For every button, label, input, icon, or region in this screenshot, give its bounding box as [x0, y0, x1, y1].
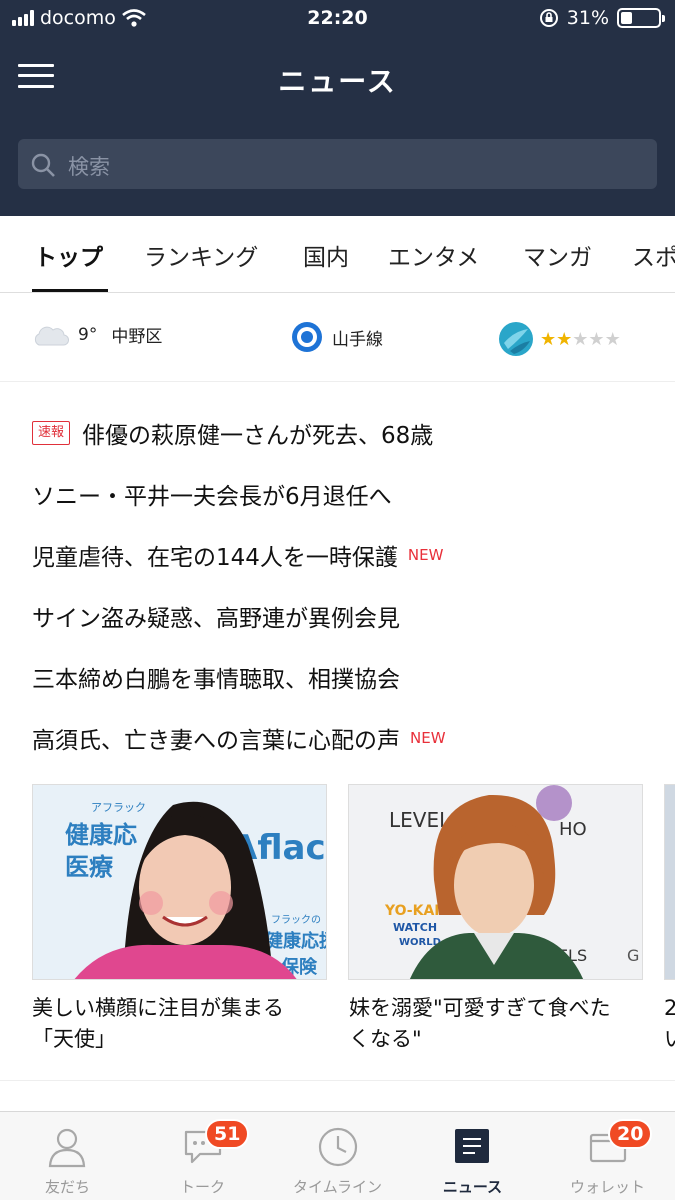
- status-right: 31%: [539, 7, 665, 29]
- headline-text: 高須氏、亡き妻への言葉に心配の声: [32, 728, 400, 754]
- backdrop-text: YO-KAI: [384, 903, 440, 919]
- nav-talk[interactable]: トーク 51: [135, 1112, 270, 1200]
- header-nav: ニュース: [0, 50, 675, 102]
- headline-item[interactable]: サイン盗み疑惑、高野連が異例会見: [32, 598, 400, 634]
- news-card-caption[interactable]: 美しい横顔に注目が集まる 「天使」: [32, 993, 332, 1055]
- bottom-nav: 友だち トーク 51 タイムライン ニュース ウォレット 20: [0, 1111, 675, 1200]
- headline-text: ソニー・平井一夫会長が6月退任へ: [32, 484, 392, 510]
- nav-timeline[interactable]: タイムライン: [270, 1112, 405, 1200]
- news-card-image[interactable]: アフラック 健康応 医療 Aflac フラックの 健康応援 保険: [32, 784, 327, 980]
- weather-widget[interactable]: 9° 中野区: [32, 322, 162, 347]
- backdrop-text: 健康応: [65, 821, 137, 849]
- nav-news[interactable]: ニュース: [405, 1112, 540, 1200]
- clock-icon: [318, 1127, 358, 1167]
- notification-badge: 20: [608, 1119, 653, 1149]
- headline-item[interactable]: ソニー・平井一夫会長が6月退任へ: [32, 476, 392, 512]
- temperature: 9°: [78, 324, 98, 345]
- section-divider: [0, 1080, 675, 1081]
- backdrop-text: フラックの: [271, 914, 321, 926]
- star-icon: ★: [588, 328, 605, 350]
- tab-manga[interactable]: マンガ: [523, 238, 592, 272]
- new-badge: NEW: [410, 729, 446, 747]
- unread-badge: 51: [205, 1119, 250, 1149]
- headline-item[interactable]: 児童虐待、在宅の144人を一時保護 NEW: [32, 537, 443, 573]
- new-badge: NEW: [407, 546, 444, 564]
- caption-line: 「天使」: [32, 1027, 116, 1051]
- rotation-lock-icon: [539, 9, 558, 27]
- backdrop-text: WATCH: [393, 921, 437, 934]
- status-bar: docomo 22:20 31%: [0, 0, 675, 38]
- category-tabs: トップ ランキング 国内 エンタメ マンガ スポ: [0, 216, 675, 293]
- tab-sports[interactable]: スポ: [632, 238, 675, 272]
- active-tab-indicator: [32, 289, 108, 292]
- backdrop-text: 健康応援: [265, 930, 327, 952]
- headline-text: 俳優の萩原健一さんが死去、68歳: [82, 423, 434, 449]
- headline-text: 児童虐待、在宅の144人を一時保護: [32, 545, 398, 571]
- news-icon: [455, 1129, 489, 1163]
- news-card-image[interactable]: LEVEL HO YO-KAI WATCH WORLD VELS G: [348, 784, 643, 980]
- headline-item[interactable]: 三本締め白鵬を事情聴取、相撲協会: [32, 659, 400, 695]
- battery-icon: [617, 8, 665, 28]
- star-icon: ★: [540, 328, 557, 350]
- star-icon: ★: [604, 328, 621, 350]
- backdrop-text: G: [627, 946, 639, 965]
- cloud-icon: [34, 326, 70, 346]
- headline-text: サイン盗み疑惑、高野連が異例会見: [32, 606, 400, 632]
- tab-top[interactable]: トップ: [34, 238, 103, 272]
- train-widget[interactable]: 山手線: [290, 320, 383, 354]
- caption-line: 美しい横顔に注目が集まる: [32, 996, 284, 1020]
- search-icon: [31, 153, 55, 177]
- person-icon: [48, 1128, 86, 1168]
- photo-young-man: LEVEL HO YO-KAI WATCH WORLD VELS G: [349, 785, 642, 979]
- nav-label: ウォレット: [569, 1178, 645, 1196]
- train-line-icon: [292, 322, 322, 352]
- info-widgets: 9° 中野区 山手線 ★★★★★: [0, 294, 675, 382]
- horoscope-icon: [499, 322, 533, 356]
- search-input[interactable]: 検索: [18, 139, 657, 189]
- backdrop-text: アフラック: [91, 801, 146, 814]
- tab-domestic[interactable]: 国内: [303, 238, 349, 272]
- star-icon: ★: [572, 328, 589, 350]
- app-header: docomo 22:20 31% ニュース 検索: [0, 0, 675, 216]
- nav-friends[interactable]: 友だち: [0, 1112, 135, 1200]
- tab-ranking[interactable]: ランキング: [144, 238, 258, 272]
- search-placeholder: 検索: [68, 155, 110, 179]
- backdrop-text: HO: [559, 819, 587, 840]
- nav-label: ニュース: [442, 1178, 503, 1196]
- nav-label: トーク: [179, 1178, 225, 1196]
- nav-label: タイムライン: [293, 1178, 382, 1196]
- train-line-name: 山手線: [332, 329, 383, 350]
- caption-line: 妹を溺愛"可愛すぎて食べた: [349, 996, 611, 1020]
- weather-location: 中野区: [111, 327, 163, 347]
- headline-text: 三本締め白鵬を事情聴取、相撲協会: [32, 667, 400, 693]
- tab-entertainment[interactable]: エンタメ: [388, 238, 479, 272]
- nav-wallet[interactable]: ウォレット 20: [540, 1112, 675, 1200]
- fortune-widget[interactable]: ★★★★★: [498, 321, 621, 357]
- headline-item[interactable]: 速報 俳優の萩原健一さんが死去、68歳: [32, 415, 433, 451]
- caption-line: 2: [664, 996, 675, 1020]
- page-title: ニュース: [278, 65, 397, 98]
- fortune-stars: ★★★★★: [540, 329, 621, 350]
- news-card-caption[interactable]: 妹を溺愛"可愛すぎて食べた くなる": [349, 993, 649, 1055]
- nav-label: 友だち: [44, 1178, 90, 1196]
- backdrop-text: 医療: [65, 853, 114, 881]
- battery-percent: 31%: [566, 7, 609, 29]
- star-icon: ★: [556, 328, 573, 350]
- photo-woman-smiling: アフラック 健康応 医療 Aflac フラックの 健康応援 保険: [33, 785, 327, 979]
- news-card-caption[interactable]: 2 い: [664, 993, 675, 1055]
- breaking-badge: 速報: [32, 421, 71, 445]
- caption-line: くなる": [349, 1027, 422, 1051]
- news-card-image[interactable]: [664, 784, 675, 980]
- headline-item[interactable]: 高須氏、亡き妻への言葉に心配の声 NEW: [32, 720, 446, 756]
- caption-line: い: [664, 1027, 675, 1051]
